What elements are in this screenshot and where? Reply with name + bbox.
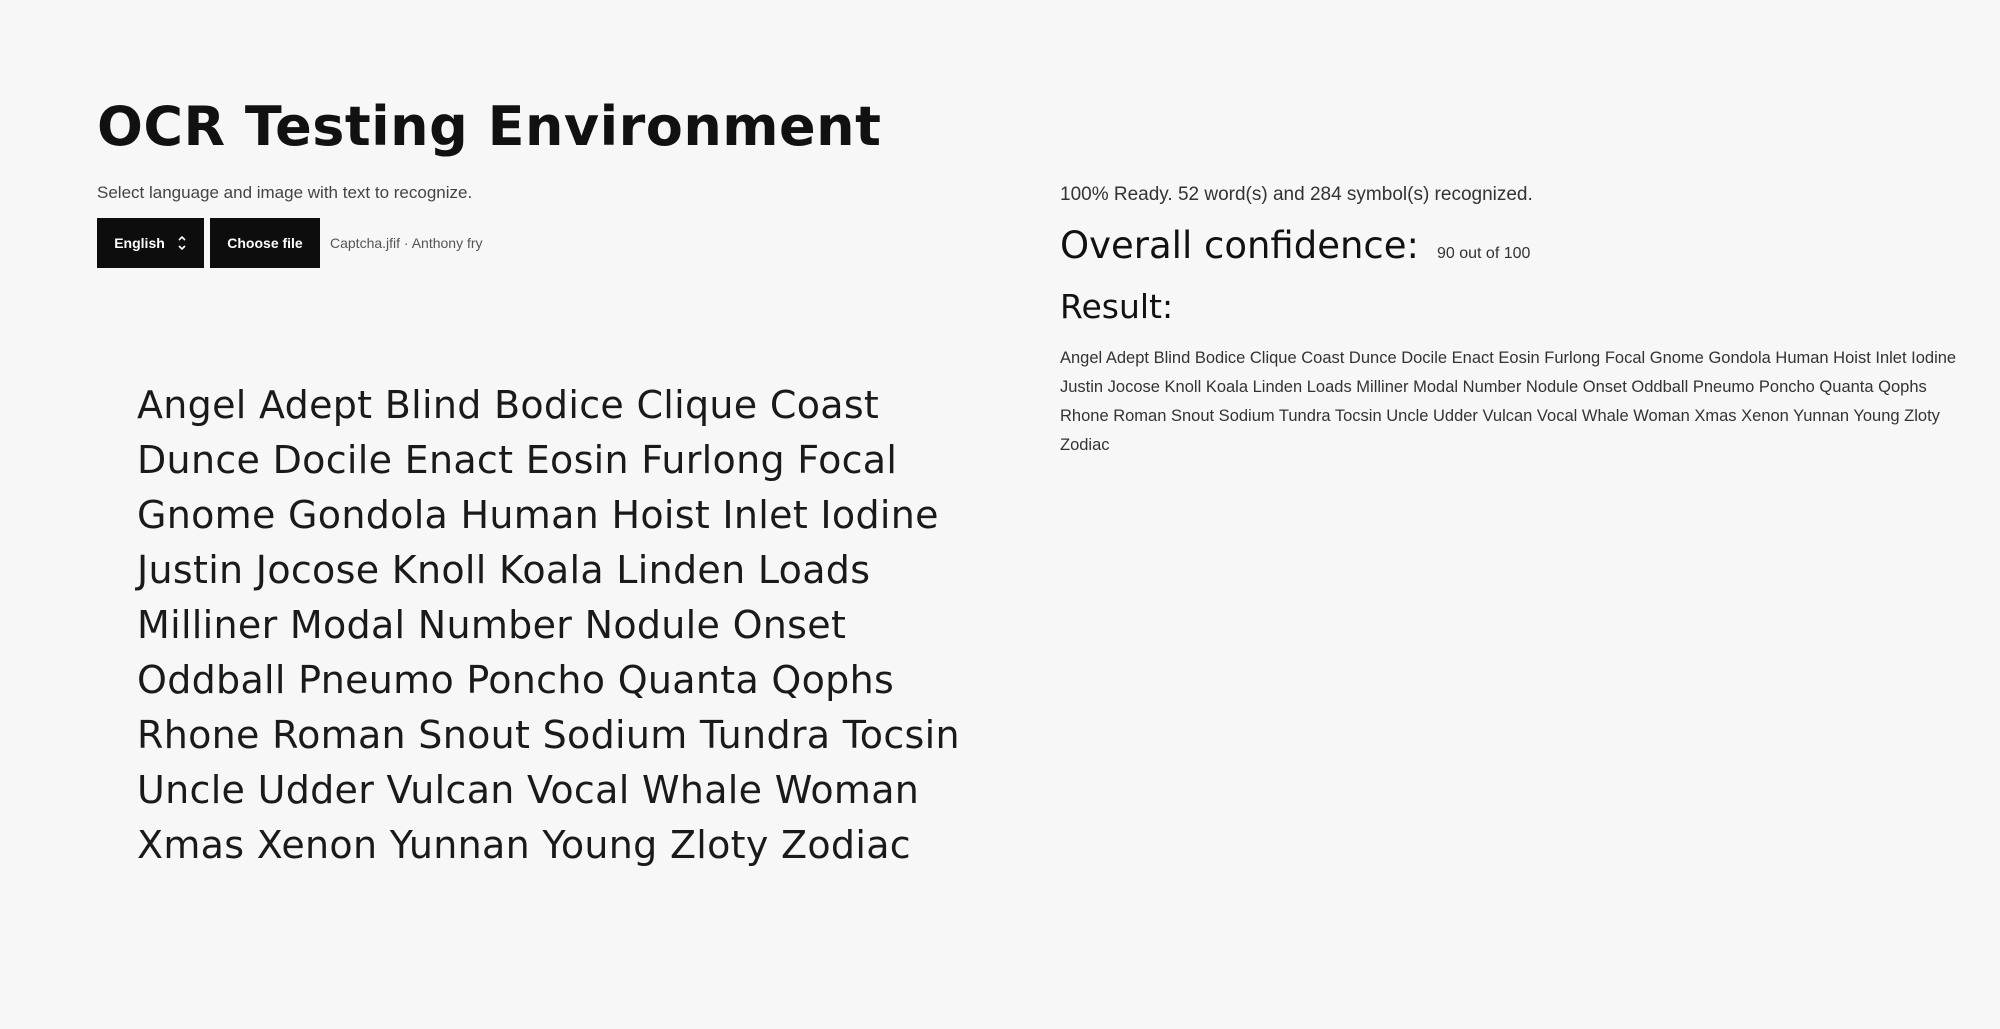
selected-file-name: Captcha.jfif · Anthony fry xyxy=(330,235,483,251)
language-select-value: English xyxy=(114,235,165,251)
confidence-label: Overall confidence: xyxy=(1060,224,1419,267)
confidence-row: Overall confidence: 90 out of 100 xyxy=(1060,224,1980,267)
language-select[interactable]: English xyxy=(97,218,204,268)
sample-line: Oddball Pneumo Poncho Quanta Qophs xyxy=(137,658,895,702)
page-subtitle: Select language and image with text to r… xyxy=(97,183,473,202)
controls-bar: English Choose file Captcha.jfif · Antho… xyxy=(97,218,483,268)
choose-file-button[interactable]: Choose file xyxy=(210,218,320,268)
result-text: Angel Adept Blind Bodice Clique Coast Du… xyxy=(1060,349,1957,454)
results-panel: 100% Ready. 52 word(s) and 284 symbol(s)… xyxy=(1060,180,1980,460)
confidence-value: 90 out of 100 xyxy=(1437,245,1531,262)
sample-text-image: Angel Adept Blind Bodice Clique Coast Du… xyxy=(137,378,960,873)
sample-line: Justin Jocose Knoll Koala Linden Loads xyxy=(137,548,871,592)
sample-line: Rhone Roman Snout Sodium Tundra Tocsin xyxy=(137,713,960,757)
status-text: 100% Ready. 52 word(s) and 284 symbol(s)… xyxy=(1060,184,1533,205)
page-title: OCR Testing Environment xyxy=(97,95,882,158)
chevron-down-icon xyxy=(178,236,186,250)
sample-line: Dunce Docile Enact Eosin Furlong Focal xyxy=(137,438,898,482)
sample-line: Milliner Modal Number Nodule Onset xyxy=(137,603,847,647)
sample-line: Uncle Udder Vulcan Vocal Whale Woman xyxy=(137,768,920,812)
sample-line: Gnome Gondola Human Hoist Inlet Iodine xyxy=(137,493,939,537)
sample-line: Xmas Xenon Yunnan Young Zloty Zodiac xyxy=(137,823,911,867)
sample-line: Angel Adept Blind Bodice Clique Coast xyxy=(137,383,880,427)
result-heading: Result: xyxy=(1060,287,1174,326)
